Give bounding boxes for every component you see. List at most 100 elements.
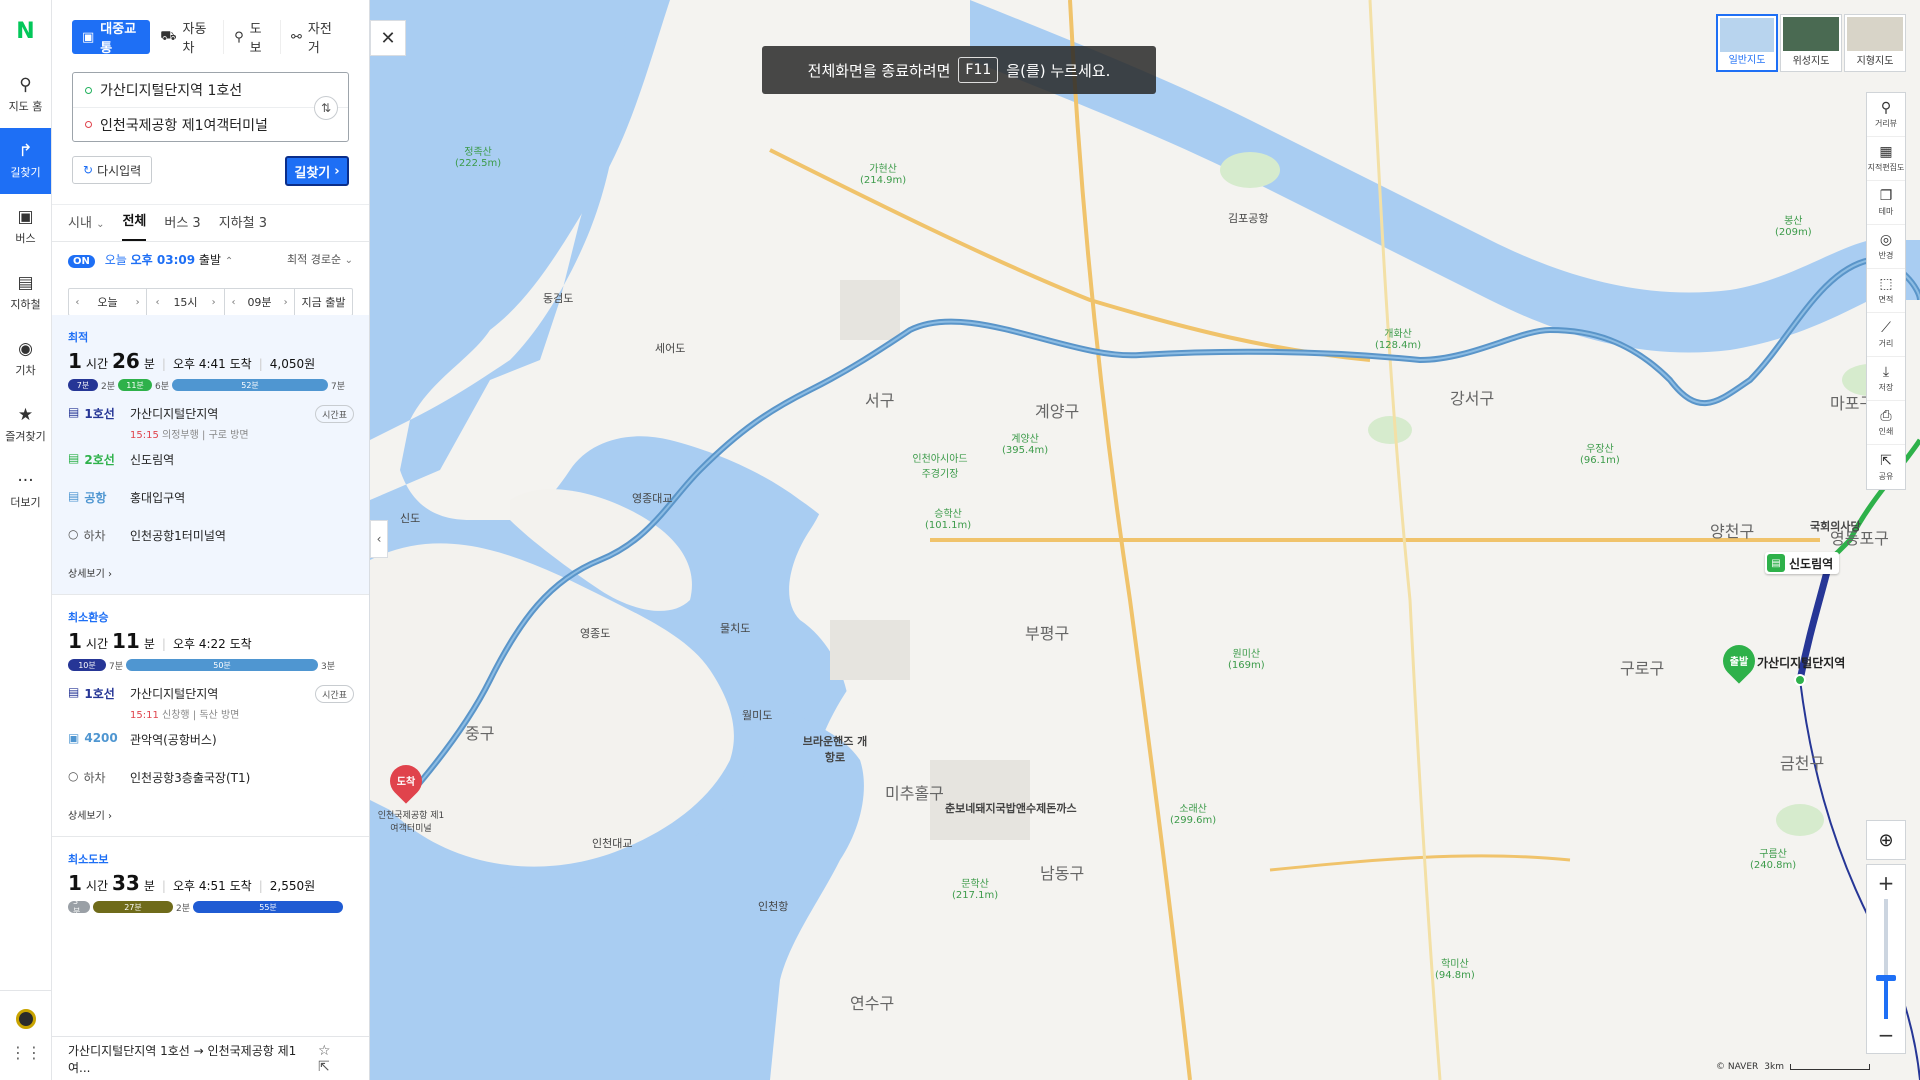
route-share-bar: 가산디지털단지역 1호선 → 인천국제공항 제1여... ☆ ⇱ xyxy=(52,1036,369,1080)
star-icon[interactable]: ☆ xyxy=(318,1043,331,1059)
tool-share[interactable]: ⇱ 공유 xyxy=(1867,445,1905,489)
tool-distance[interactable]: ⟋ 거리 xyxy=(1867,313,1905,357)
chevron-left-icon[interactable]: ‹ xyxy=(231,297,235,308)
swap-button[interactable]: ⇅ xyxy=(314,96,338,120)
tool-save[interactable]: ⤓ 저장 xyxy=(1867,357,1905,401)
map-type-terrain[interactable]: 지형지도 xyxy=(1844,14,1906,72)
step-station: 관악역(공항버스) xyxy=(130,733,217,747)
route-detail-link[interactable]: 상세보기 › xyxy=(68,807,354,822)
day-selector[interactable]: ‹ 오늘 › xyxy=(69,289,147,315)
place-label: 국회의사당 xyxy=(1810,520,1861,533)
step-line: ▤ 1호선 xyxy=(68,405,130,441)
origin-field[interactable]: 가산디지털단지역 1호선 xyxy=(73,73,348,107)
zoom-knob[interactable] xyxy=(1876,975,1896,981)
profile-avatar[interactable] xyxy=(16,1009,36,1029)
route-tag: 최소도보 xyxy=(68,853,109,866)
on-badge: ON xyxy=(68,254,95,268)
nav-directions[interactable]: ↱ 길찾기 xyxy=(0,128,51,194)
chevron-right-icon[interactable]: › xyxy=(212,297,216,308)
place-label: 브라운핸즈 개항로 xyxy=(802,735,868,764)
tab-bus[interactable]: 버스 3 xyxy=(164,212,200,241)
nav-subway[interactable]: ▤ 지하철 xyxy=(0,260,51,326)
tool-street-view[interactable]: ⚲ 거리뷰 xyxy=(1867,93,1905,137)
mode-walk[interactable]: ⚲ 도보 xyxy=(224,20,281,56)
reset-button[interactable]: ↻ 다시입력 xyxy=(72,156,153,184)
swap-icon: ⇅ xyxy=(320,101,332,115)
mode-transit[interactable]: ▣ 대중교통 xyxy=(72,20,151,56)
mountain-height: (169m) xyxy=(1228,660,1265,671)
map-base xyxy=(370,0,1920,1080)
chevron-right-icon: › xyxy=(108,569,112,580)
mode-bike[interactable]: ⚯ 자전거 xyxy=(281,20,349,56)
mountain-name: 문학산 xyxy=(961,879,989,890)
tool-theme[interactable]: ❐ 테마 xyxy=(1867,181,1905,225)
chevron-right-icon[interactable]: › xyxy=(284,297,288,308)
map-pin-icon: ⚲ xyxy=(19,75,32,95)
route-detail-label: 상세보기 xyxy=(68,569,105,580)
route-card[interactable]: 최소환승 1 시간 11 분 | 오후 4:22 도착 10분 7분 50분 3… xyxy=(52,595,369,837)
route-step: ▤ 공항 홍대입구역 xyxy=(68,489,354,517)
tool-print[interactable]: ⎙ 인쇄 xyxy=(1867,401,1905,445)
nav-more[interactable]: ··· 더보기 xyxy=(0,458,51,524)
route-detail-link[interactable]: 상세보기 › xyxy=(68,565,354,580)
minute-selector[interactable]: ‹ 09분 › xyxy=(225,289,295,315)
step-station: 가산디지털단지역 xyxy=(130,687,219,701)
route-card[interactable]: 최적 1 시간 26 분 | 오후 4:41 도착 | 4,050원 7분 2분… xyxy=(52,315,369,595)
my-location-button[interactable]: ⊕ xyxy=(1866,820,1906,860)
nav-bus[interactable]: ▣ 버스 xyxy=(0,194,51,260)
depart-now-button[interactable]: 지금 출발 xyxy=(295,289,352,315)
zoom-out-button[interactable]: − xyxy=(1878,1023,1895,1047)
tool-area[interactable]: ⬚ 면적 xyxy=(1867,269,1905,313)
route-minutes-unit: 분 xyxy=(143,637,155,651)
nav-map-home[interactable]: ⚲ 지도 홈 xyxy=(0,62,51,128)
timetable-button[interactable]: 시간표 xyxy=(315,685,354,703)
naver-logo[interactable]: N xyxy=(0,0,51,62)
station-tag-sindorim[interactable]: ▤ 신도림역 xyxy=(1765,552,1840,574)
start-pin[interactable]: 출발 xyxy=(1716,638,1762,685)
mountain-name: 소래산 xyxy=(1179,804,1207,815)
apps-grid-icon[interactable]: ⋮⋮ xyxy=(10,1043,42,1062)
collapse-panel-button[interactable]: ‹ xyxy=(370,520,388,558)
nav-favorites[interactable]: ★ 즐겨찾기 xyxy=(0,392,51,458)
destination-field[interactable]: 인천국제공항 제1여객터미널 xyxy=(73,107,348,141)
chevron-left-icon[interactable]: ‹ xyxy=(75,297,79,308)
depart-time-toggle[interactable]: ON 오늘 오후 03:09 출발 ⌃ xyxy=(68,251,233,268)
station-tag-gasan[interactable]: 가산디지털단지역 xyxy=(1755,652,1851,673)
walk-icon: ⚲ xyxy=(234,29,244,45)
share-icon[interactable]: ⇱ xyxy=(318,1059,330,1075)
timeline-walk: 7분 xyxy=(331,381,346,392)
zoom-in-button[interactable]: + xyxy=(1878,871,1895,895)
close-panel-button[interactable]: ✕ xyxy=(370,20,406,56)
time-selector: ‹ 오늘 › ‹ 15시 › ‹ 09분 › 지금 출발 xyxy=(68,288,353,316)
mountain-label: 우장산 (96.1m) xyxy=(1580,440,1620,466)
sort-dropdown[interactable]: 최적 경로순 ⌄ xyxy=(287,251,353,267)
route-card[interactable]: 최소도보 1 시간 33 분 | 오후 4:51 도착 | 2,550원 3분 … xyxy=(52,837,369,927)
tab-subway[interactable]: 지하철 3 xyxy=(219,212,267,241)
mode-car[interactable]: ⛟ 자동차 xyxy=(150,20,225,56)
step-direction: 독산 방면 xyxy=(199,710,240,721)
tab-all[interactable]: 전체 xyxy=(122,210,147,241)
timeline-seg-line1: 7분 xyxy=(68,379,98,391)
tab-label: 지하철 3 xyxy=(218,216,267,231)
nav-train[interactable]: ◉ 기차 xyxy=(0,326,51,392)
hour-selector[interactable]: ‹ 15시 › xyxy=(147,289,225,315)
map-type-normal[interactable]: 일반지도 xyxy=(1716,14,1778,72)
zoom-slider[interactable] xyxy=(1876,899,1896,1019)
map-thumb xyxy=(1847,17,1903,51)
map-canvas[interactable]: 서구 계양구 부평구 미추홀구 남동구 연수구 강서구 양천구 구로구 금천구 … xyxy=(370,0,1920,1080)
chevron-left-icon[interactable]: ‹ xyxy=(155,297,159,308)
search-route-button[interactable]: 길찾기 › xyxy=(285,156,349,186)
map-type-satellite[interactable]: 위성지도 xyxy=(1780,14,1842,72)
step-line-label: 4200 xyxy=(84,731,118,745)
place-label: 인천항 xyxy=(758,900,789,913)
depart-suffix: 출발 xyxy=(198,252,222,267)
district-label: 중구 xyxy=(465,724,495,743)
tool-cadastral[interactable]: ▦ 지적편집도 xyxy=(1867,137,1905,181)
step-line: ○ 하차 xyxy=(68,527,130,555)
timetable-button[interactable]: 시간표 xyxy=(315,405,354,423)
chevron-right-icon[interactable]: › xyxy=(136,297,140,308)
tool-radius[interactable]: ◎ 반경 xyxy=(1867,225,1905,269)
route-summary: 1 시간 33 분 | 오후 4:51 도착 | 2,550원 xyxy=(68,871,316,895)
tab-region-filter[interactable]: 시내 ⌄ xyxy=(68,212,104,241)
end-pin[interactable]: 도착 xyxy=(383,758,429,805)
